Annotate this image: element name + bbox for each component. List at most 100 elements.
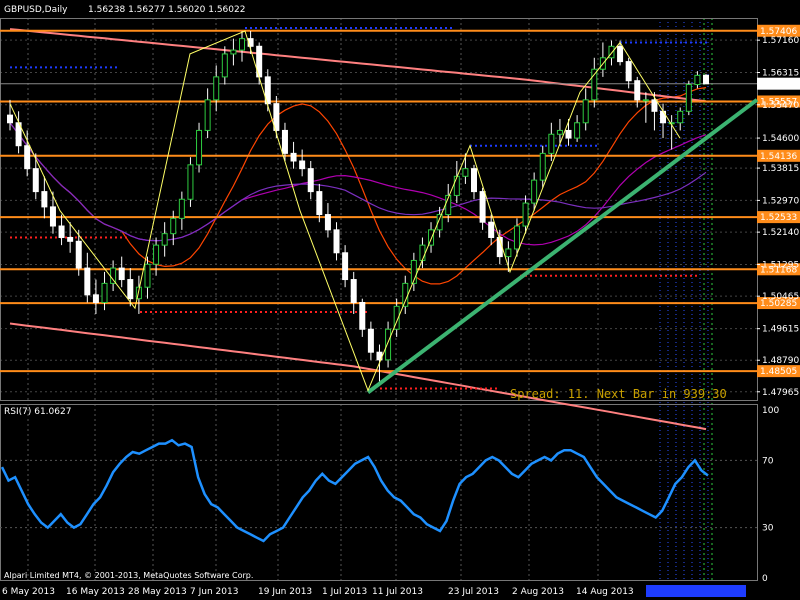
- y-tick-label: 1.52140: [762, 228, 799, 238]
- candle-bear: [316, 191, 323, 216]
- candle-bear: [359, 301, 366, 330]
- candle-bear: [625, 61, 632, 82]
- y-tick-label: 1.57160: [762, 36, 799, 46]
- candle-bear: [307, 168, 314, 193]
- candle-bull: [513, 225, 520, 250]
- candle-bear: [290, 152, 297, 162]
- rsi-level-label: 70: [762, 456, 774, 466]
- candle-bull: [204, 99, 211, 131]
- candle-bull: [539, 152, 546, 181]
- candle-bear: [333, 229, 340, 254]
- y-tick-label: 1.53815: [762, 164, 799, 174]
- candle-bull: [522, 202, 529, 227]
- candle-bull: [402, 282, 409, 307]
- y-tick-label: 1.52970: [762, 196, 799, 206]
- rsi-level-label: 100: [762, 406, 779, 416]
- candle-bear: [565, 129, 572, 139]
- candle-bull: [685, 84, 692, 112]
- y-tick-label: 1.49615: [762, 325, 799, 335]
- y-tick-label: 1.47965: [762, 388, 799, 398]
- candle-bear: [67, 236, 74, 242]
- x-tick-label: 1 Jul 2013: [322, 587, 367, 597]
- rsi-level-label: 30: [762, 524, 774, 534]
- candle-bear: [7, 114, 13, 124]
- candle-bull: [153, 244, 160, 265]
- candle-bear: [58, 225, 65, 238]
- candle-bull: [505, 248, 512, 258]
- candle-bull: [144, 263, 151, 288]
- candle-bear: [471, 168, 477, 193]
- candle-bull: [110, 267, 117, 284]
- candle-bull: [677, 110, 684, 124]
- spread-text: Spread: 11. Next Bar in 939:30: [510, 387, 727, 401]
- candle-bear: [32, 168, 39, 193]
- candle-bear: [49, 206, 56, 227]
- candle-bear: [479, 191, 486, 223]
- candle-bull: [187, 164, 194, 200]
- candle-bull: [101, 282, 108, 303]
- candle-bear: [350, 279, 357, 303]
- candle-bull: [161, 233, 168, 246]
- rsi-title: RSI(7) 61.0627: [4, 407, 71, 417]
- candle-bear: [342, 252, 349, 281]
- candle-bull: [385, 328, 392, 361]
- candle-bull: [419, 244, 426, 261]
- candle-bear: [324, 214, 331, 231]
- candle-bear: [75, 240, 82, 269]
- candle-bull: [239, 38, 245, 51]
- candle-bull: [453, 175, 460, 196]
- candle-bear: [281, 129, 288, 154]
- candle-bear: [634, 80, 641, 101]
- candle-bear: [703, 74, 709, 85]
- candle-bull: [556, 129, 563, 135]
- candle-bear: [118, 267, 125, 281]
- y-tick-label: 1.54600: [762, 134, 799, 144]
- candle-bull: [170, 217, 177, 235]
- copyright: Alpari Limited MT4, © 2001-2013, MetaQuo…: [4, 571, 253, 580]
- candle-bull: [548, 133, 555, 154]
- candle-bull: [642, 99, 649, 102]
- rsi-level-label: 0: [762, 574, 768, 584]
- candle-bull: [221, 53, 228, 78]
- candle-bear: [488, 221, 495, 238]
- x-tick-label: 19 Jun 2013: [258, 587, 312, 597]
- ohlc-readout: 1.56238 1.56277 1.56020 1.56022: [88, 5, 245, 15]
- candle-bear: [367, 328, 374, 353]
- candle-bull: [694, 74, 701, 86]
- candle-bull: [574, 122, 581, 139]
- y-tick-label: 1.56315: [762, 68, 799, 78]
- candle-bull: [668, 122, 675, 125]
- x-tick-label: 2 Aug 2013: [512, 587, 564, 597]
- x-tick-label: 28 May 2013: [128, 587, 187, 597]
- x-tick-label: 6 May 2013: [2, 587, 55, 597]
- x-tick-label: 7 Jun 2013: [190, 587, 238, 597]
- candle-bear: [127, 279, 134, 300]
- x-tick-label: 14 Aug 2013: [576, 587, 634, 597]
- symbol-title: GBPUSD,Daily: [4, 5, 68, 15]
- candle-bull: [213, 76, 220, 101]
- candle-bull: [462, 168, 469, 177]
- x-tick-label: 16 May 2013: [66, 587, 125, 597]
- candle-bear: [41, 191, 48, 208]
- candle-bear: [651, 99, 658, 112]
- level-price-label: 1.54136: [760, 152, 797, 162]
- candle-bear: [84, 267, 91, 296]
- level-price-label: 1.52533: [760, 213, 797, 223]
- y-tick-label: 1.48790: [762, 356, 799, 366]
- time-cursor-box: [646, 585, 746, 597]
- chart-background: [0, 0, 800, 600]
- x-tick-label: 11 Jul 2013: [372, 587, 423, 597]
- candle-bull: [531, 179, 538, 204]
- candle-bear: [92, 294, 99, 303]
- candle-bear: [617, 45, 624, 63]
- x-tick-label: 23 Jul 2013: [448, 587, 499, 597]
- candle-bear: [24, 145, 31, 170]
- candle-bull: [582, 99, 589, 124]
- current-price-label: 1.56022: [760, 80, 797, 90]
- candle-bull: [230, 49, 237, 55]
- y-tick-label: 1.51295: [762, 260, 799, 270]
- candle-bull: [196, 129, 203, 166]
- candle-bear: [299, 160, 306, 170]
- price-chart[interactable]: 1.574061.555571.541361.525331.511681.502…: [0, 0, 800, 600]
- level-price-label: 1.48505: [760, 367, 797, 377]
